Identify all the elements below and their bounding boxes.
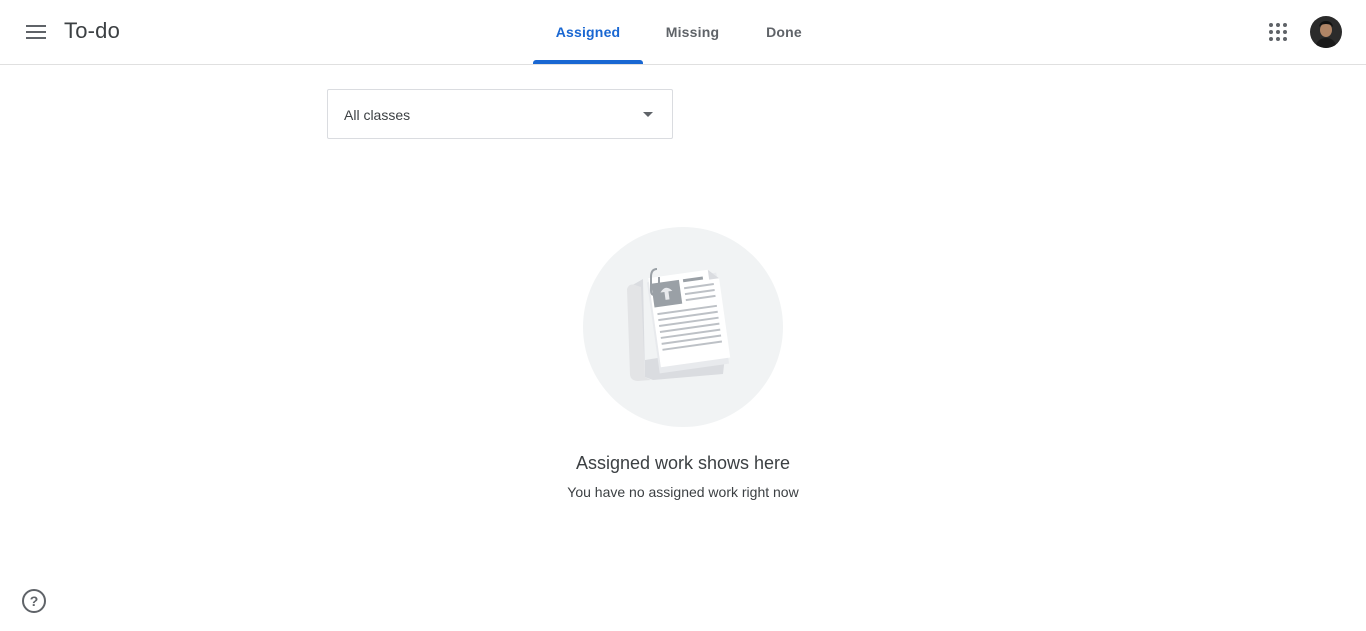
active-tab-indicator [533,60,643,64]
apps-grid-icon [1269,23,1287,41]
hamburger-menu-icon [26,25,46,39]
document-illustration [627,268,731,381]
account-avatar[interactable] [1310,16,1342,48]
tab-done-label: Done [766,24,802,40]
tab-done[interactable]: Done [742,0,826,64]
help-icon: ? [29,593,39,609]
main-menu-button[interactable] [16,12,56,52]
empty-state-title: Assigned work shows here [575,453,791,473]
class-filter-value: All classes [344,107,411,123]
tab-missing-label: Missing [665,24,720,40]
tab-assigned[interactable]: Assigned [533,0,643,64]
page-title: To-do [64,18,121,43]
top-app-bar: To-do Assigned Missing Done [0,0,1366,65]
tab-missing[interactable]: Missing [643,0,742,64]
avatar-image [1310,16,1342,48]
class-filter-select[interactable]: All classes [327,89,673,139]
google-apps-button[interactable] [1258,12,1298,52]
tab-assigned-label: Assigned [555,24,621,40]
empty-state-illustration [583,227,783,427]
help-button[interactable]: ? [22,589,46,613]
dropdown-arrow-icon [643,112,653,117]
empty-state-subtitle: You have no assigned work right now [567,484,799,500]
tab-bar: Assigned Missing Done [533,0,826,64]
